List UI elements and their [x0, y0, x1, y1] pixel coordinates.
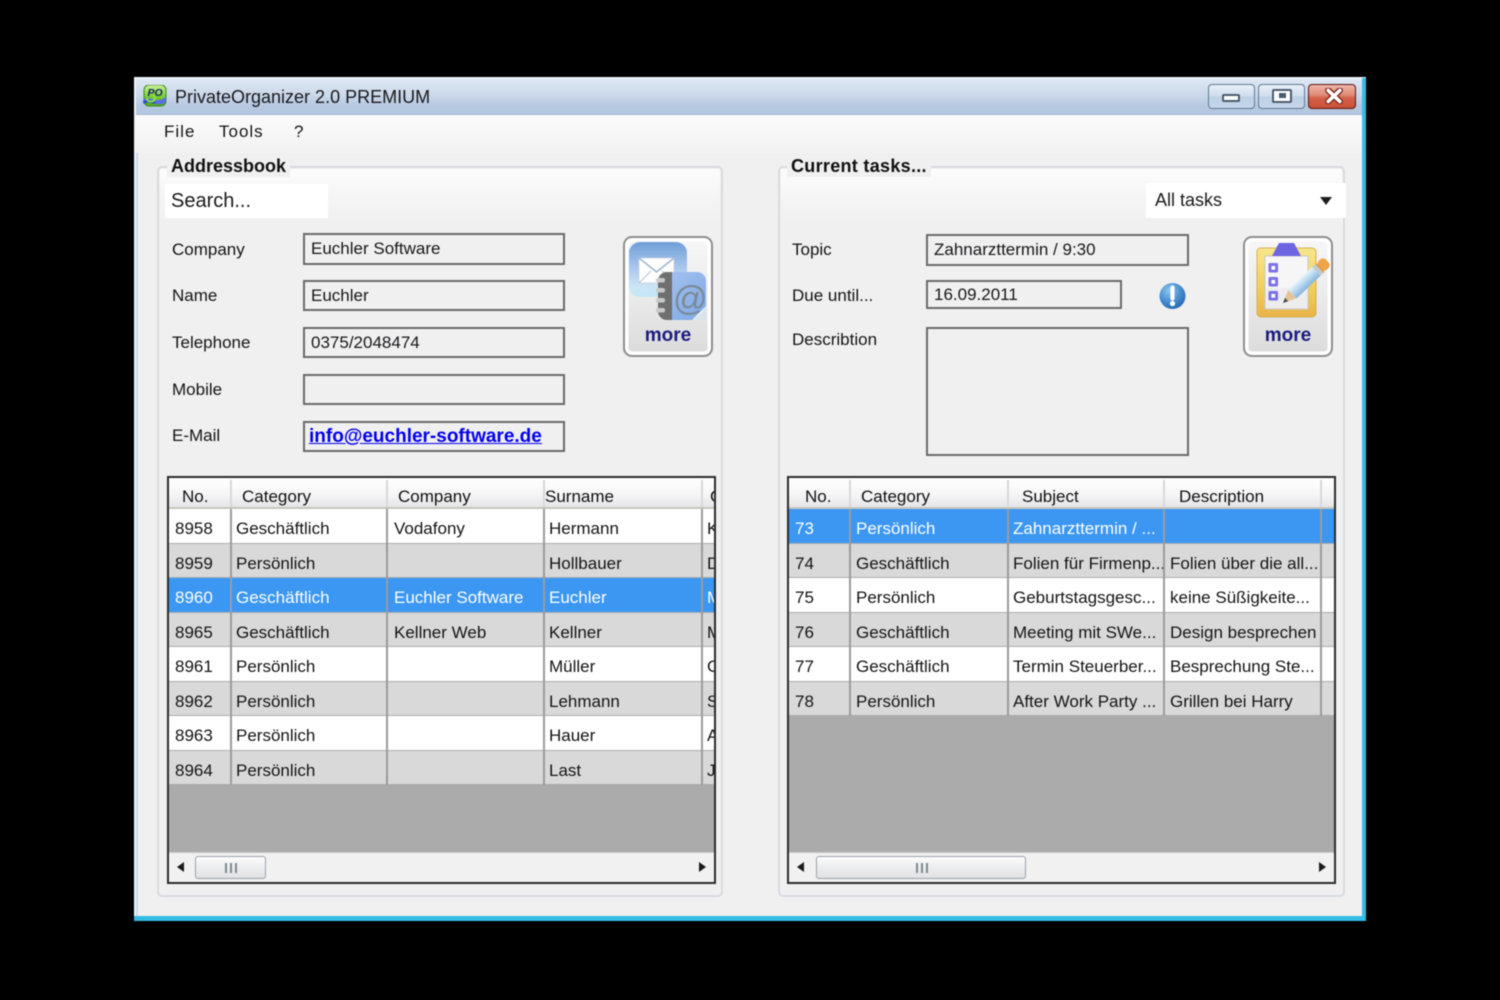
svg-text:PO: PO	[148, 87, 163, 99]
